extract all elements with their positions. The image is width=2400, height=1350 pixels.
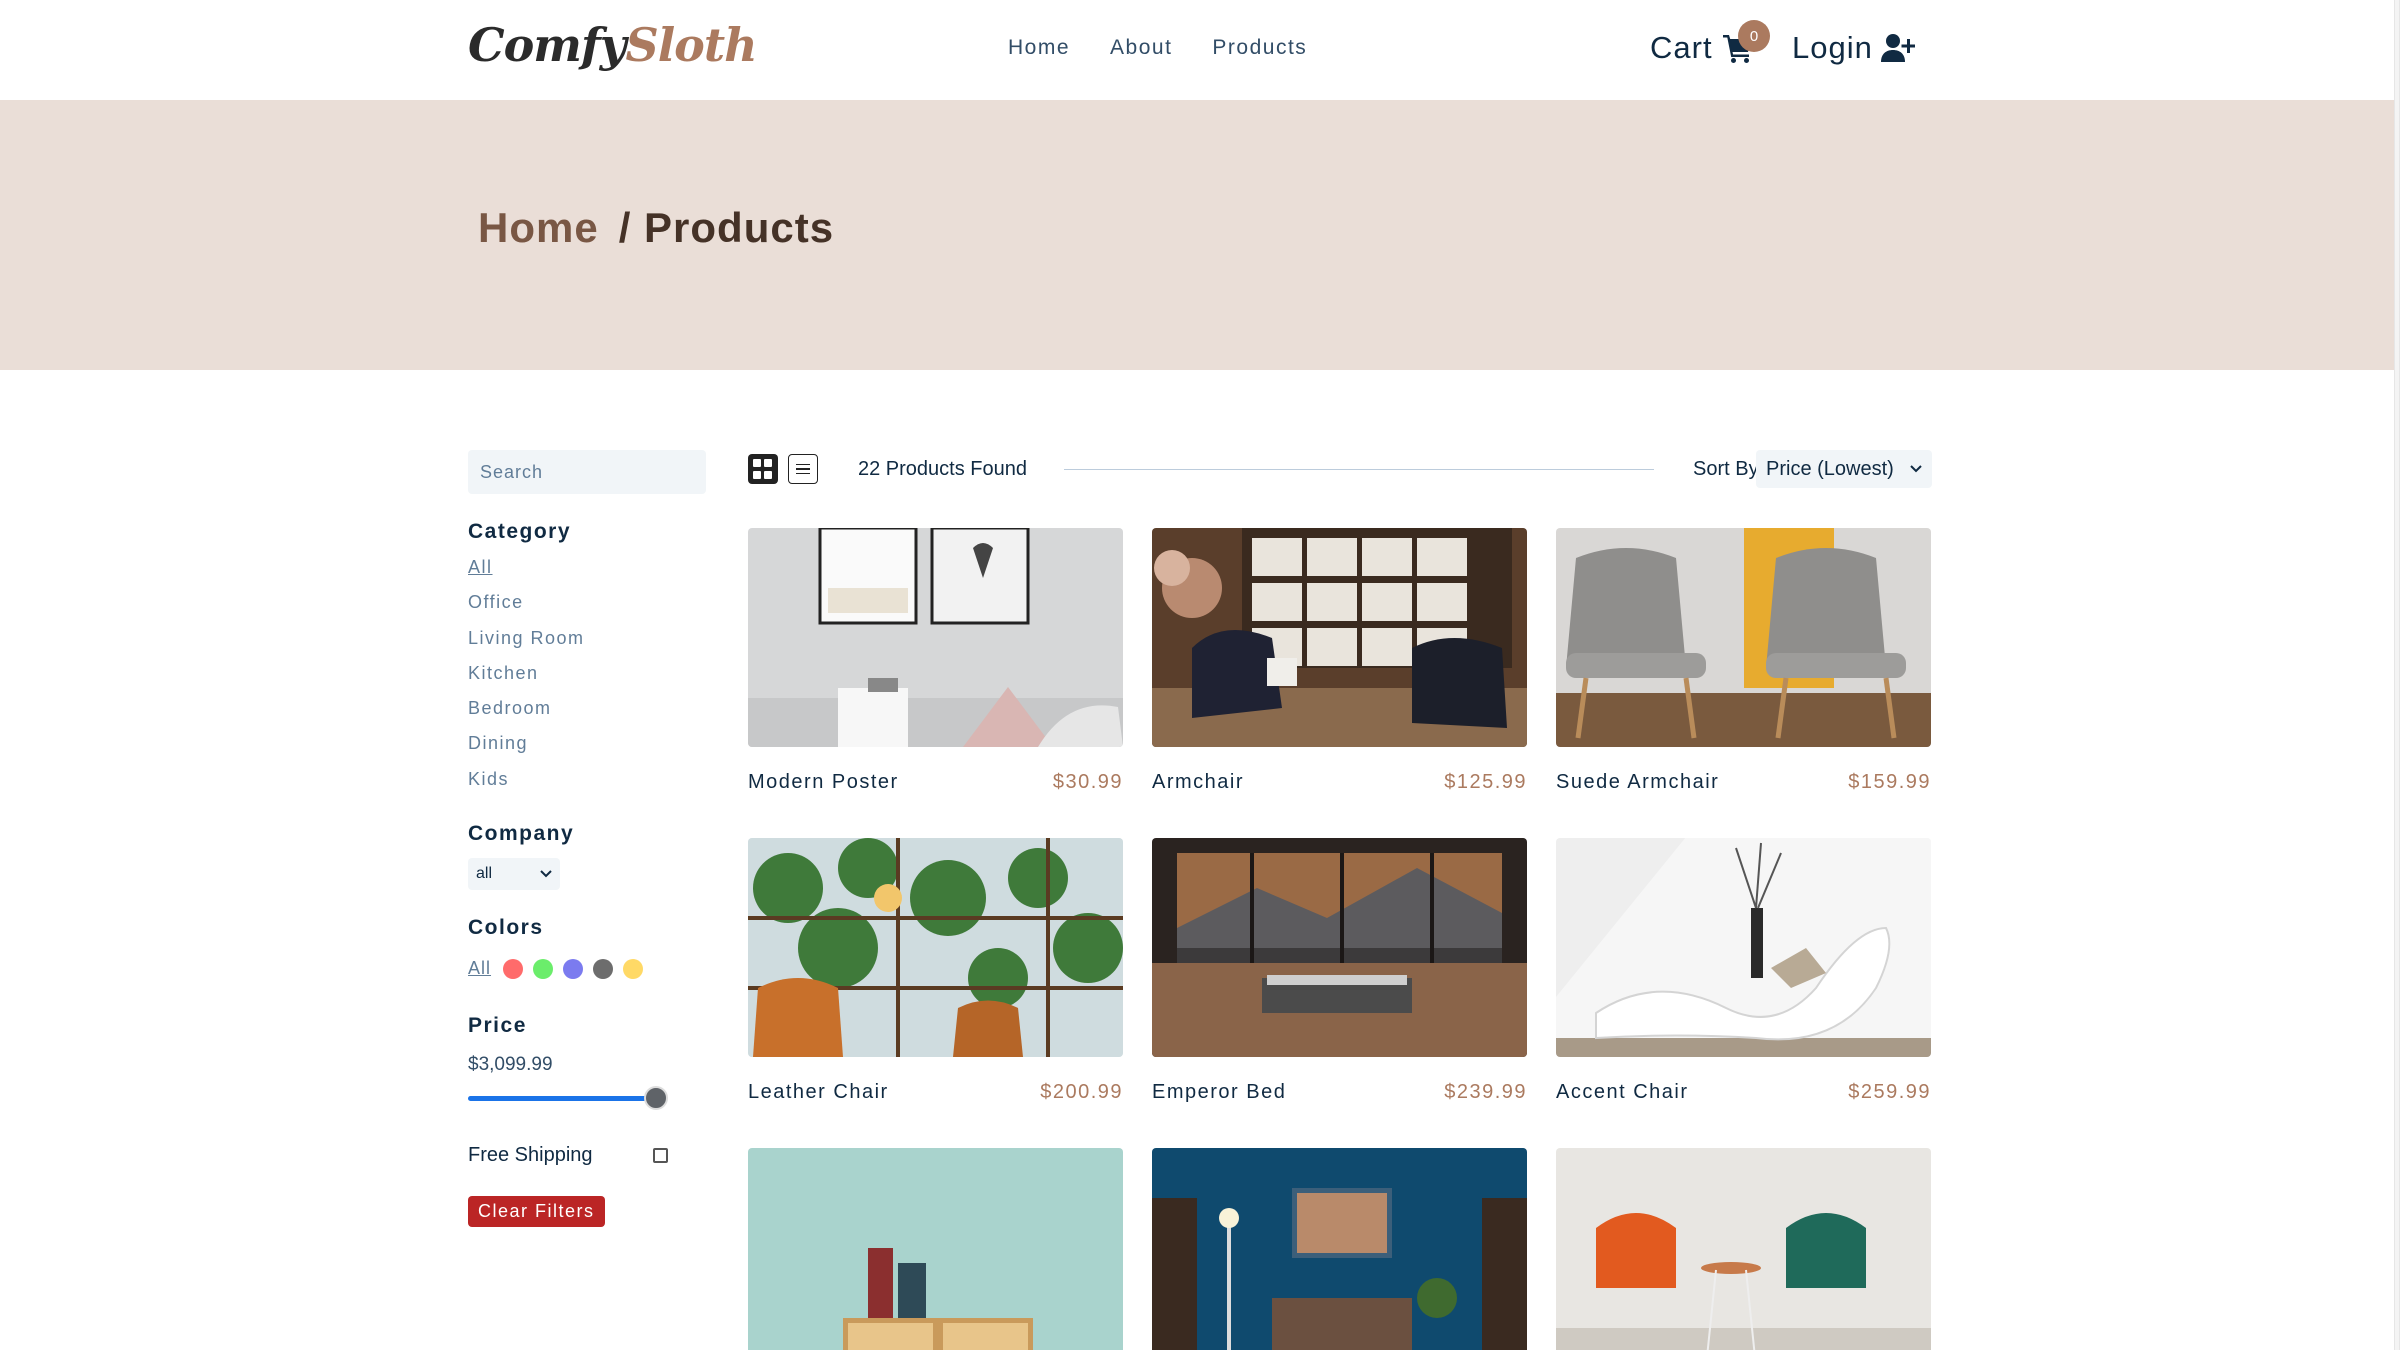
product-card[interactable] [748,1148,1123,1350]
product-card[interactable] [1152,1148,1527,1350]
color-swatch-blue[interactable] [563,958,584,979]
product-meta: Modern Poster $30.99 [748,771,1123,794]
color-swatch-gray[interactable] [593,958,614,979]
company-select-value: all [476,865,493,882]
filters-panel: Search Category All Office Living Room K… [468,450,708,1227]
product-image-accent-chair[interactable] [1556,838,1931,1057]
page-scrollbar[interactable] [2394,0,2400,1350]
free-shipping-label: Free Shipping [468,1144,593,1166]
nav-link-about[interactable]: About [1110,36,1172,60]
sort-bar: 22 Products Found Sort By Price (Lowest) [748,450,1932,490]
category-item-kitchen[interactable]: Kitchen [468,662,585,697]
color-swatch-green[interactable] [533,958,554,979]
sort-select-value: Price (Lowest) [1766,457,1894,480]
product-image-modern-poster[interactable] [748,528,1123,747]
product-card[interactable]: Armchair $125.99 [1152,528,1527,794]
price-slider[interactable] [468,1086,668,1110]
page-hero: Home / Products [0,100,2394,370]
product-card[interactable]: Suede Armchair $159.99 [1556,528,1931,794]
logo-part2: Sloth [625,18,757,72]
product-image[interactable] [1152,1148,1527,1350]
color-swatch-yellow[interactable] [623,958,644,979]
color-all-button[interactable]: All [468,958,491,979]
divider [1064,469,1654,470]
login-label: Login [1792,30,1873,65]
company-select[interactable]: all [468,858,560,890]
product-image-suede-armchair[interactable] [1556,528,1931,747]
product-price: $159.99 [1848,771,1931,793]
breadcrumb-home-link[interactable]: Home [478,204,599,251]
logo-part1: Comfy [468,18,626,72]
category-item-office[interactable]: Office [468,591,585,626]
cart-label: Cart [1650,30,1713,65]
category-item-all[interactable]: All [468,556,585,591]
color-swatch-red[interactable] [503,958,524,979]
free-shipping-row: Free Shipping [468,1144,668,1167]
product-name: Armchair [1152,771,1245,793]
product-name: Suede Armchair [1556,771,1720,793]
clear-filters-button[interactable]: Clear Filters [468,1196,605,1227]
category-list: All Office Living Room Kitchen Bedroom D… [468,556,585,803]
product-name: Modern Poster [748,771,899,793]
product-price: $30.99 [1052,771,1123,793]
price-slider-handle[interactable] [644,1086,668,1110]
price-slider-track[interactable] [468,1096,658,1101]
chevron-down-icon [1910,465,1922,473]
login-button[interactable]: Login [1792,30,1915,66]
category-title: Category [468,520,572,543]
sort-select[interactable]: Price (Lowest) [1756,450,1932,488]
free-shipping-checkbox[interactable] [653,1148,668,1163]
product-price: $239.99 [1444,1081,1527,1103]
price-title: Price [468,1014,527,1037]
nav-links: Home About Products [1008,36,1307,60]
breadcrumb: Home / Products [478,204,834,252]
price-value: $3,099.99 [468,1054,553,1075]
breadcrumb-current: / Products [618,204,835,251]
product-image-armchair[interactable] [1152,528,1527,747]
product-price: $200.99 [1040,1081,1123,1103]
company-title: Company [468,822,575,845]
sort-label: Sort By [1693,458,1759,480]
product-meta: Accent Chair $259.99 [1556,1081,1931,1104]
product-image-leather-chair[interactable] [748,838,1123,1057]
product-image-emperor-bed[interactable] [1152,838,1527,1057]
product-image[interactable] [1556,1148,1931,1350]
cart-count-badge: 0 [1738,20,1770,52]
product-meta: Leather Chair $200.99 [748,1081,1123,1104]
grid-view-icon[interactable] [748,454,778,484]
product-meta: Emperor Bed $239.99 [1152,1081,1527,1104]
scrollbar-thumb[interactable] [2395,0,2399,1350]
product-card[interactable]: Accent Chair $259.99 [1556,838,1931,1104]
search-input[interactable]: Search [468,450,706,494]
product-card[interactable]: Leather Chair $200.99 [748,838,1123,1104]
category-item-dining[interactable]: Dining [468,732,585,767]
product-card[interactable] [1556,1148,1931,1350]
colors-title: Colors [468,916,544,939]
product-name: Leather Chair [748,1081,889,1103]
product-image[interactable] [748,1148,1123,1350]
color-options: All [468,958,644,979]
product-card[interactable]: Modern Poster $30.99 [748,528,1123,794]
product-name: Accent Chair [1556,1081,1689,1103]
nav-link-products[interactable]: Products [1212,36,1307,60]
chevron-down-icon [540,870,552,878]
product-name: Emperor Bed [1152,1081,1287,1103]
list-view-icon[interactable] [788,454,818,484]
product-meta: Armchair $125.99 [1152,771,1527,794]
products-found-count: 22 Products Found [858,458,1027,480]
logo[interactable]: ComfySloth [468,18,758,72]
product-price: $125.99 [1444,771,1527,793]
navbar: ComfySloth Home About Products Cart 0 Lo… [0,0,2394,100]
product-meta: Suede Armchair $159.99 [1556,771,1931,794]
category-item-bedroom[interactable]: Bedroom [468,697,585,732]
user-plus-icon [1880,34,1915,62]
nav-link-home[interactable]: Home [1008,36,1070,60]
product-card[interactable]: Emperor Bed $239.99 [1152,838,1527,1104]
category-item-living-room[interactable]: Living Room [468,627,585,662]
category-item-kids[interactable]: Kids [468,768,585,803]
product-price: $259.99 [1848,1081,1931,1103]
